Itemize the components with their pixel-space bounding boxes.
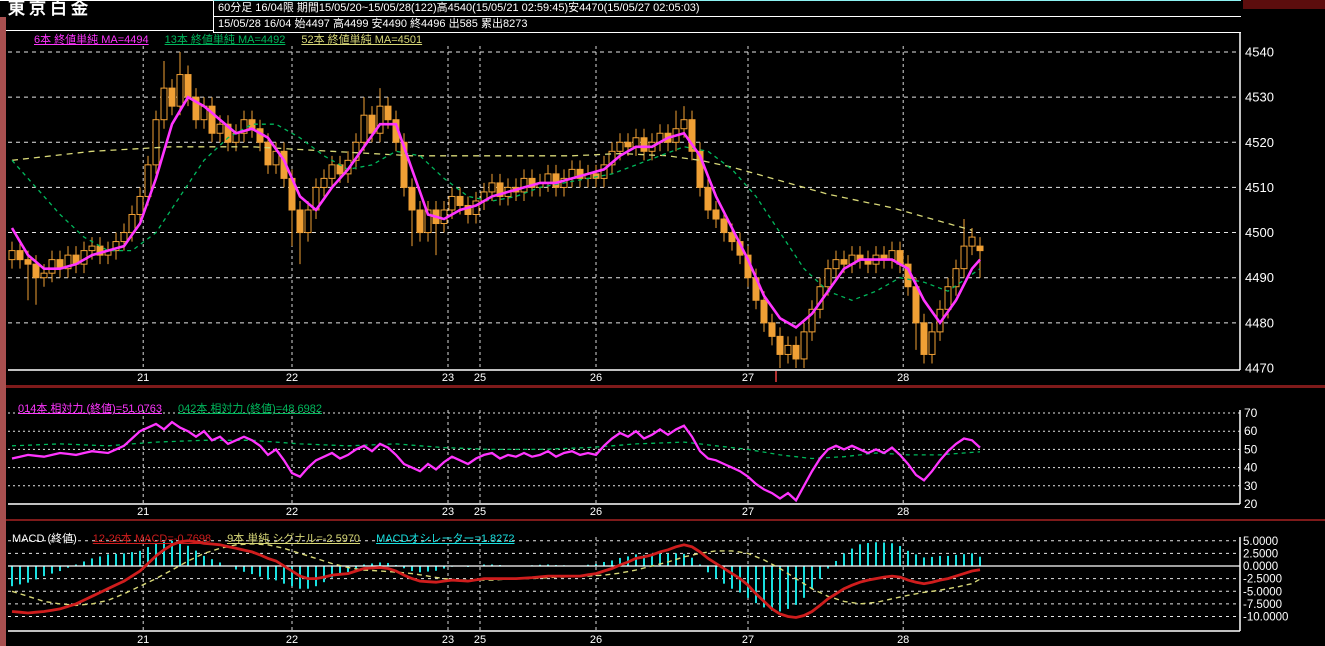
macd-panel-title: MACD (終値) <box>12 533 77 545</box>
main-price-panel[interactable]: 4540 4530 4520 4510 4500 4490 4480 4470 21 22 23 25… <box>0 0 1274 384</box>
ma6-legend-label: 6本 終値単純 MA=4494 <box>34 34 149 46</box>
rsi-panel[interactable]: 21 22 23 25 26 27 28 70 60 50 40 30 20 <box>8 406 1258 518</box>
macd-line <box>11 539 981 619</box>
svg-text:22: 22 <box>286 372 298 384</box>
svg-text:30: 30 <box>1244 479 1258 493</box>
svg-text:28: 28 <box>897 506 909 518</box>
svg-text:25: 25 <box>474 634 486 646</box>
svg-text:4480: 4480 <box>1245 315 1274 330</box>
svg-text:-5.0000: -5.0000 <box>1243 586 1282 598</box>
rsi42-legend-label: 042本 相対力 (終値)=48.6982 <box>177 403 322 415</box>
svg-text:70: 70 <box>1244 406 1258 420</box>
svg-text:27: 27 <box>742 372 754 384</box>
svg-text:4500: 4500 <box>1245 225 1274 240</box>
svg-text:28: 28 <box>897 634 909 646</box>
macd-histogram <box>11 540 981 612</box>
chart-window: 東京白金 60分足 16/04限 期間15/05/20~15/05/28(122… <box>0 0 1325 646</box>
svg-text:50: 50 <box>1244 442 1258 456</box>
svg-text:-7.5000: -7.5000 <box>1243 599 1282 611</box>
chart-canvas[interactable]: 4540 4530 4520 4510 4500 4490 4480 4470 21 22 23 25… <box>0 0 1325 646</box>
svg-text:20: 20 <box>1244 497 1258 511</box>
left-border-strip <box>0 17 6 646</box>
panel-separator-2 <box>0 519 1325 521</box>
quote-info-box: 60分足 16/04限 期間15/05/20~15/05/28(122)高454… <box>213 0 1241 33</box>
svg-text:27: 27 <box>742 634 754 646</box>
rsi14-line <box>11 420 981 503</box>
svg-text:26: 26 <box>590 372 602 384</box>
svg-text:-10.0000: -10.0000 <box>1243 612 1288 624</box>
signal-legend-label: 9本 単純 シグナル=-2.5970 <box>227 533 361 545</box>
svg-text:4490: 4490 <box>1245 270 1274 285</box>
ma13-legend-label: 13本 終値単純 MA=4492 <box>164 34 286 46</box>
svg-text:23: 23 <box>442 506 454 518</box>
ma-legend: 6本 終値単純 MA=4494 13本 終値単純 MA=4492 52本 終値単純 … <box>34 31 438 47</box>
macd-legend-label: 12-26本 MACD=-0.7698 <box>92 533 212 545</box>
svg-text:60: 60 <box>1244 424 1258 438</box>
macd-panel[interactable]: 21 22 23 25 26 27 285.00002.50000.0000-2.5000-… <box>8 536 1288 646</box>
svg-text:4530: 4530 <box>1245 90 1274 105</box>
svg-text:26: 26 <box>590 634 602 646</box>
svg-text:21: 21 <box>137 506 149 518</box>
panel-separator-1 <box>0 385 1325 388</box>
svg-text:4520: 4520 <box>1245 135 1274 150</box>
instrument-title: 東京白金 <box>8 0 92 18</box>
rsi14-legend-label: 014本 相対力 (終値)=51.0763 <box>18 403 162 415</box>
top-right-corner-block <box>1243 0 1325 9</box>
svg-text:4510: 4510 <box>1245 180 1274 195</box>
oscillator-legend-label: MACDオシレーター=1.8272 <box>376 533 515 545</box>
svg-text:2.5000: 2.5000 <box>1243 548 1278 560</box>
svg-text:22: 22 <box>286 634 298 646</box>
svg-text:25: 25 <box>474 506 486 518</box>
svg-text:26: 26 <box>590 506 602 518</box>
period-info-line: 60分足 16/04限 期間15/05/20~15/05/28(122)高454… <box>214 1 1241 17</box>
svg-text:23: 23 <box>442 372 454 384</box>
svg-text:27: 27 <box>742 506 754 518</box>
svg-text:-2.5000: -2.5000 <box>1243 574 1282 586</box>
svg-text:4540: 4540 <box>1245 45 1274 60</box>
macd-legend: MACD (終値) 12-26本 MACD=-0.7698 9本 単純 シグナル=-… <box>12 530 531 546</box>
candlestick-series <box>8 52 984 368</box>
svg-text:0.0000: 0.0000 <box>1243 561 1278 573</box>
svg-text:23: 23 <box>442 634 454 646</box>
svg-text:5.0000: 5.0000 <box>1243 536 1278 548</box>
svg-text:21: 21 <box>137 372 149 384</box>
svg-text:25: 25 <box>474 372 486 384</box>
svg-text:40: 40 <box>1244 461 1258 475</box>
svg-text:28: 28 <box>897 372 909 384</box>
rsi-legend: 014本 相対力 (終値)=51.0763 042本 相対力 (終値)=48.69… <box>18 400 338 416</box>
svg-text:21: 21 <box>137 634 149 646</box>
ma52-legend-label: 52本 終値単純 MA=4501 <box>301 34 423 46</box>
svg-text:22: 22 <box>286 506 298 518</box>
svg-text:4470: 4470 <box>1245 360 1274 375</box>
